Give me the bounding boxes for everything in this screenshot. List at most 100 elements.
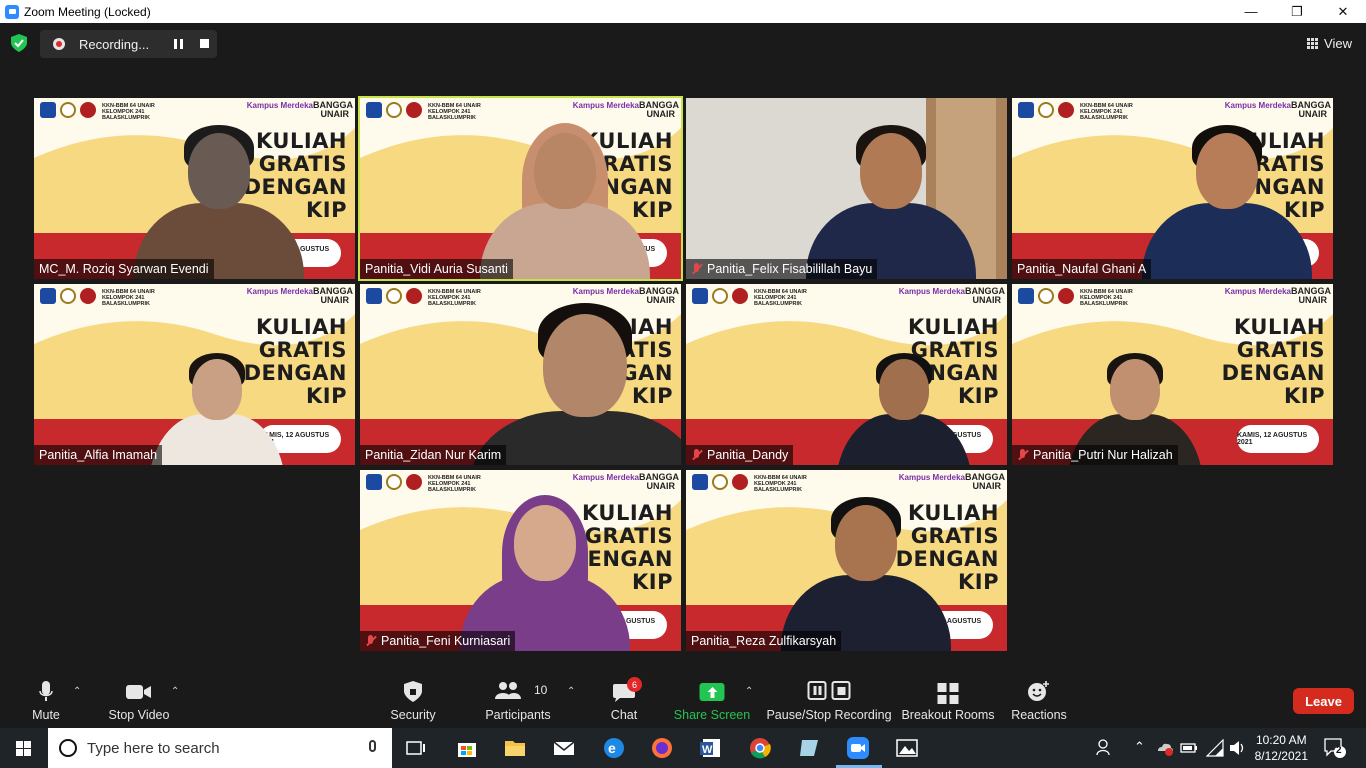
chat-unread-badge: 6 <box>627 677 642 692</box>
participant-video-tile[interactable]: KKN-BBM 64 UNAIR KELOMPOK 241 BALASKLUMP… <box>686 284 1007 465</box>
pause-stop-recording-button[interactable]: Pause/Stop Recording <box>766 672 892 728</box>
stop-recording-icon[interactable] <box>200 39 209 48</box>
participants-label: Participants <box>485 708 551 722</box>
minimize-button[interactable]: — <box>1228 0 1274 23</box>
edge-browser-icon[interactable]: e <box>602 736 626 760</box>
participant-name: Panitia_Zidan Nur Karim <box>365 448 502 462</box>
security-button[interactable]: Security <box>390 672 436 728</box>
headline-line-1: KULIAH <box>908 501 999 525</box>
chrome-icon[interactable] <box>748 736 772 760</box>
banner-kkn-text: KKN-BBM 64 UNAIR KELOMPOK 241 BALASKLUMP… <box>428 103 481 121</box>
banner-logos <box>366 102 422 118</box>
banner-logos <box>366 474 422 490</box>
kkn-logo-icon <box>732 474 748 490</box>
participant-name: MC_M. Roziq Syarwan Evendi <box>39 262 209 276</box>
participant-video-tile[interactable]: Panitia_Felix Fisabilillah Bayu <box>686 98 1007 279</box>
notes-app-icon[interactable] <box>797 736 821 760</box>
close-window-button[interactable]: ✕ <box>1320 0 1366 23</box>
city-logo-icon <box>692 288 708 304</box>
face-shape <box>534 133 596 209</box>
banner-bangga-unair: BANGGA UNAIR <box>313 100 353 119</box>
banner-kampus-merdeka: Kampus Merdeka <box>1224 287 1291 296</box>
share-options-chevron-icon[interactable]: ⌃ <box>745 686 753 697</box>
voice-search-mic-icon[interactable] <box>369 740 376 752</box>
firefox-icon[interactable] <box>650 736 674 760</box>
participant-video-tile[interactable]: KKN-BBM 64 UNAIR KELOMPOK 241 BALASKLUMP… <box>1012 284 1333 465</box>
zoom-app-icon <box>5 4 19 19</box>
participants-icon <box>495 682 521 699</box>
headline-line-4: KIP <box>1284 384 1325 408</box>
city-logo-icon <box>40 288 56 304</box>
show-hidden-icons-chevron-icon[interactable]: ⌃ <box>1134 739 1145 755</box>
unair-logo-icon <box>1038 288 1054 304</box>
pause-recording-icon[interactable] <box>174 39 184 49</box>
breakout-rooms-label: Breakout Rooms <box>901 708 995 722</box>
share-screen-icon <box>699 683 725 701</box>
wifi-icon[interactable] <box>1205 738 1224 757</box>
participant-video-tile[interactable]: KKN-BBM 64 UNAIR KELOMPOK 241 BALASKLUMP… <box>360 284 681 465</box>
task-view-icon[interactable] <box>404 736 428 760</box>
banner-logos <box>1018 288 1074 304</box>
headline-line-2: GRATIS <box>258 338 347 362</box>
volume-icon[interactable] <box>1229 739 1247 757</box>
onedrive-error-icon[interactable] <box>1156 739 1174 757</box>
reactions-button[interactable]: Reactions <box>1011 672 1067 728</box>
breakout-rooms-button[interactable]: Breakout Rooms <box>901 672 995 728</box>
participant-video-tile[interactable]: KKN-BBM 64 UNAIR KELOMPOK 241 BALASKLUMP… <box>360 470 681 651</box>
headline-line-1: KULIAH <box>256 315 347 339</box>
participant-video-tile[interactable]: KKN-BBM 64 UNAIR KELOMPOK 241 BALASKLUMP… <box>686 470 1007 651</box>
participants-options-chevron-icon[interactable]: ⌃ <box>567 686 575 697</box>
participant-video-tile[interactable]: KKN-BBM 64 UNAIR KELOMPOK 241 BALASKLUMP… <box>1012 98 1333 279</box>
kkn-logo-icon <box>1058 288 1074 304</box>
unair-logo-icon <box>712 288 728 304</box>
participants-count: 10 <box>534 683 548 697</box>
headline-line-3: DENGAN <box>243 175 347 199</box>
audio-options-chevron-icon[interactable]: ⌃ <box>73 686 81 697</box>
view-button[interactable]: View <box>1307 36 1352 51</box>
file-explorer-icon[interactable] <box>503 736 527 760</box>
people-icon[interactable] <box>1096 738 1114 756</box>
banner-logos <box>366 288 422 304</box>
participants-button[interactable]: 10 Participants <box>485 672 551 728</box>
zoom-taskbar-icon[interactable] <box>846 736 870 760</box>
banner-logos <box>692 474 748 490</box>
windows-start-icon[interactable] <box>16 741 31 756</box>
participant-video-tile[interactable]: KKN-BBM 64 UNAIR KELOMPOK 241 BALASKLUMP… <box>34 284 355 465</box>
video-options-chevron-icon[interactable]: ⌃ <box>171 686 179 697</box>
taskbar-clock[interactable]: 10:20 AM 8/12/2021 <box>1255 732 1308 764</box>
participant-video-tile[interactable]: KKN-BBM 64 UNAIR KELOMPOK 241 BALASKLUMP… <box>34 98 355 279</box>
battery-icon[interactable] <box>1180 740 1198 756</box>
microsoft-store-icon[interactable] <box>455 736 479 760</box>
participant-video-tile[interactable]: KKN-BBM 64 UNAIR KELOMPOK 241 BALASKLUMP… <box>358 96 683 281</box>
microphone-icon <box>39 681 53 701</box>
mute-button[interactable]: Mute <box>26 672 66 728</box>
recording-indicator: Recording... <box>40 30 217 58</box>
word-icon[interactable]: W <box>699 736 723 760</box>
face-shape <box>1196 133 1258 209</box>
security-label: Security <box>390 708 436 722</box>
mute-label: Mute <box>32 708 60 722</box>
headline-line-1: KULIAH <box>582 501 673 525</box>
taskbar-search-box[interactable]: Type here to search <box>48 728 392 768</box>
banner-kampus-merdeka: Kampus Merdeka <box>572 101 639 110</box>
maximize-button[interactable]: ❐ <box>1274 0 1320 23</box>
encryption-shield-icon[interactable] <box>11 34 27 52</box>
share-screen-button[interactable]: Share Screen <box>674 672 750 728</box>
banner-kampus-merdeka: Kampus Merdeka <box>898 287 965 296</box>
photos-app-icon[interactable] <box>895 736 919 760</box>
banner-date-pill: KAMIS, 12 AGUSTUS 2021 <box>1237 425 1319 453</box>
mail-icon[interactable] <box>552 736 576 760</box>
face-shape <box>1110 359 1160 420</box>
reactions-smiley-icon <box>1028 681 1049 701</box>
notifications-icon[interactable]: 2 <box>1323 737 1347 759</box>
stop-video-button[interactable]: Stop Video <box>106 672 172 728</box>
chat-button[interactable]: 6 Chat <box>606 672 642 728</box>
city-logo-icon <box>40 102 56 118</box>
banner-kkn-text: KKN-BBM 64 UNAIR KELOMPOK 241 BALASKLUMP… <box>428 289 481 307</box>
banner-kampus-merdeka: Kampus Merdeka <box>246 101 313 110</box>
leave-button[interactable]: Leave <box>1293 688 1354 714</box>
face-shape <box>860 133 922 209</box>
participant-name: Panitia_Naufal Ghani A <box>1017 262 1147 276</box>
kkn-logo-icon <box>1058 102 1074 118</box>
video-camera-icon <box>126 685 151 699</box>
